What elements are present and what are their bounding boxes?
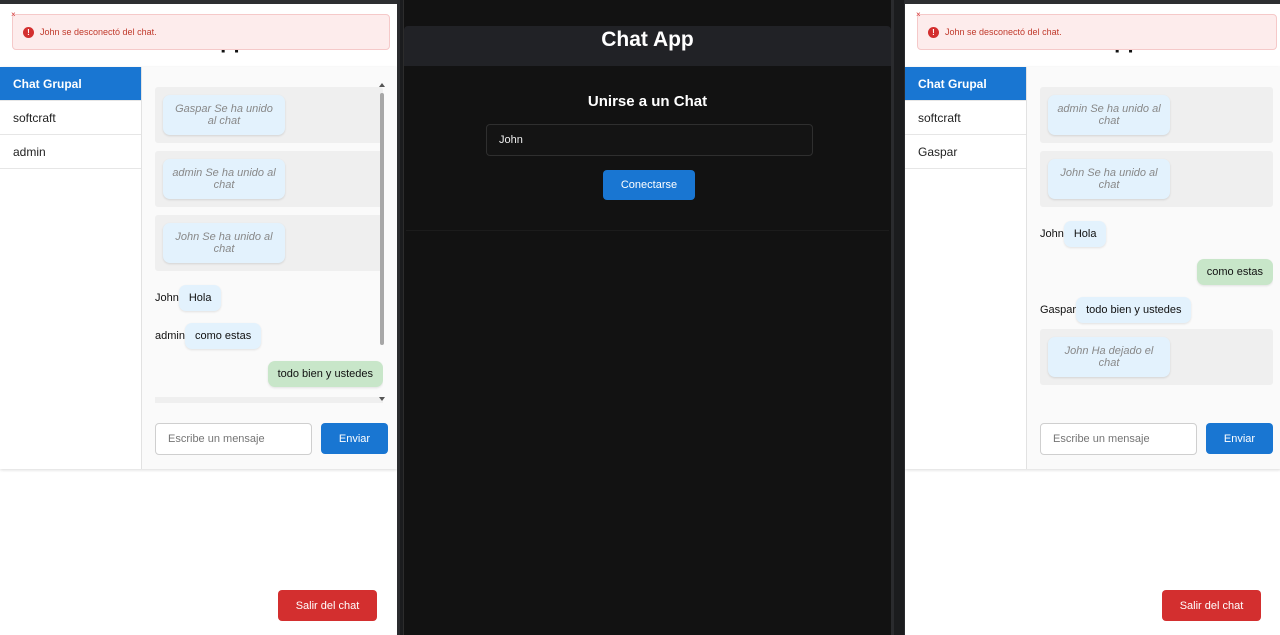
chat-area: admin Se ha unido al chat John Se ha uni… <box>1027 67 1280 469</box>
system-message: admin Se ha unido al chat <box>1040 87 1273 143</box>
app-title: Chat App <box>601 28 694 51</box>
message-sender: admin <box>155 330 185 342</box>
message-item: admin como estas <box>155 317 383 355</box>
own-message-bubble: como estas <box>1196 259 1273 285</box>
message-bubble: todo bien y ustedes <box>1076 297 1192 323</box>
message-item: John Hola <box>1040 215 1273 253</box>
middle-join-window: Chat App Unirse a un Chat Conectarse <box>403 0 894 635</box>
chat-card: Chat Grupal softcraft admin Gaspar Se ha… <box>0 67 397 469</box>
error-icon: ! <box>928 26 939 38</box>
own-message-item: como estas <box>1040 253 1273 291</box>
scroll-up-icon[interactable] <box>379 83 385 87</box>
system-bubble: admin Se ha unido al chat <box>1048 95 1170 135</box>
message-bubble: como estas <box>184 323 262 349</box>
message-composer: Enviar <box>155 423 388 455</box>
leave-chat-button[interactable]: Salir del chat <box>1162 590 1261 621</box>
scroll-thumb[interactable] <box>380 93 384 345</box>
toast-text: John se desconectó del chat. <box>40 27 157 37</box>
message-sender: John <box>155 292 179 304</box>
sidebar-item-admin[interactable]: admin <box>0 135 141 169</box>
toast-text: John se desconectó del chat. <box>945 27 1062 37</box>
chat-card: Chat Grupal softcraft Gaspar admin Se ha… <box>905 67 1280 469</box>
scroll-down-icon[interactable] <box>379 397 385 401</box>
close-icon[interactable]: × <box>11 10 16 19</box>
system-bubble: Gaspar Se ha unido al chat <box>163 95 285 135</box>
system-bubble: John Ha dejado el chat <box>1048 337 1170 377</box>
disconnect-toast: ! John se desconectó del chat. <box>12 14 390 50</box>
message-composer: Enviar <box>1040 423 1273 455</box>
sidebar-item-gaspar[interactable]: Gaspar <box>905 135 1026 169</box>
system-message: John Se ha unido al chat <box>1040 151 1273 207</box>
own-message-item: todo bien y ustedes <box>155 355 383 393</box>
message-item: John Hola <box>155 279 383 317</box>
system-message: Gaspar Se ha unido al chat <box>155 87 383 143</box>
window-topline <box>0 0 397 4</box>
disconnect-toast: ! John se desconectó del chat. <box>917 14 1277 50</box>
system-message: admin Se ha unido al chat <box>155 151 383 207</box>
sidebar-item-group[interactable]: Chat Grupal <box>0 67 141 101</box>
window-topline <box>905 0 1280 4</box>
message-input[interactable] <box>155 423 312 455</box>
chat-sidebar: Chat Grupal softcraft admin <box>0 67 142 469</box>
leave-chat-button[interactable]: Salir del chat <box>278 590 377 621</box>
message-list: Gaspar Se ha unido al chat admin Se ha u… <box>155 87 383 403</box>
chat-sidebar: Chat Grupal softcraft Gaspar <box>905 67 1027 469</box>
username-input[interactable] <box>486 124 813 156</box>
message-cutoff <box>155 397 383 403</box>
message-bubble: Hola <box>178 285 222 311</box>
right-chat-window: Chat App ! John se desconectó del chat. … <box>904 0 1280 635</box>
sidebar-item-softcraft[interactable]: softcraft <box>0 101 141 135</box>
message-bubble: Hola <box>1063 221 1107 247</box>
message-sender: Gaspar <box>1040 304 1077 316</box>
send-button[interactable]: Enviar <box>1206 423 1273 454</box>
message-list: admin Se ha unido al chat John Se ha uni… <box>1040 87 1273 403</box>
system-bubble: John Se ha unido al chat <box>163 223 285 263</box>
close-icon[interactable]: × <box>916 10 921 19</box>
sidebar-item-softcraft[interactable]: softcraft <box>905 101 1026 135</box>
system-message: John Se ha unido al chat <box>155 215 383 271</box>
connect-button[interactable]: Conectarse <box>603 170 695 200</box>
system-message: John Ha dejado el chat <box>1040 329 1273 385</box>
message-scrollbar[interactable] <box>379 83 385 401</box>
message-item: Gaspar todo bien y ustedes <box>1040 291 1273 329</box>
system-bubble: John Se ha unido al chat <box>1048 159 1170 199</box>
error-icon: ! <box>23 26 34 38</box>
sidebar-item-group[interactable]: Chat Grupal <box>905 67 1026 101</box>
chat-area: Gaspar Se ha unido al chat admin Se ha u… <box>142 67 397 469</box>
join-title: Unirse a un Chat <box>587 93 708 110</box>
left-chat-window: Chat App ! John se desconectó del chat. … <box>0 0 400 635</box>
screen: Chat App ! John se desconectó del chat. … <box>0 0 1280 635</box>
own-message-bubble: todo bien y ustedes <box>267 361 383 387</box>
send-button[interactable]: Enviar <box>321 423 388 454</box>
system-bubble: admin Se ha unido al chat <box>163 159 285 199</box>
message-input[interactable] <box>1040 423 1197 455</box>
message-sender: John <box>1040 228 1064 240</box>
